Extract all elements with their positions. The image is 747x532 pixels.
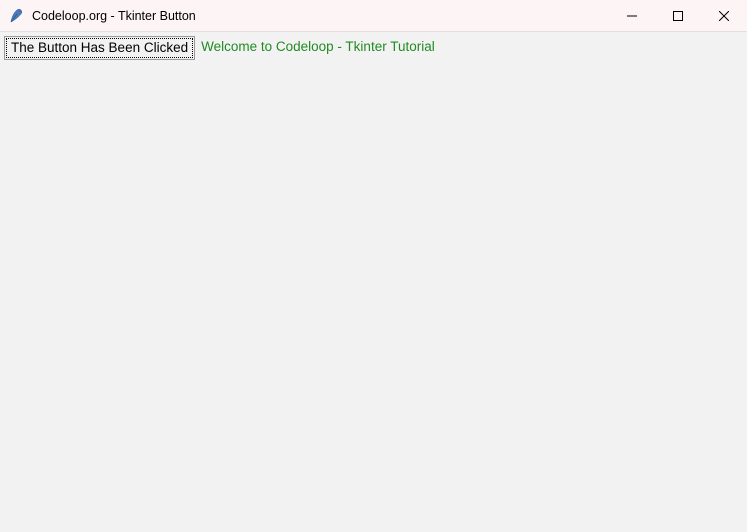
minimize-button[interactable] (609, 0, 655, 31)
window-title: Codeloop.org - Tkinter Button (32, 9, 609, 23)
client-area: The Button Has Been Clicked Welcome to C… (0, 32, 747, 532)
titlebar: Codeloop.org - Tkinter Button (0, 0, 747, 32)
window-controls (609, 0, 747, 31)
welcome-label: Welcome to Codeloop - Tkinter Tutorial (195, 36, 441, 58)
maximize-button[interactable] (655, 0, 701, 31)
tkinter-feather-icon (8, 8, 24, 24)
close-button[interactable] (701, 0, 747, 31)
clicked-button[interactable]: The Button Has Been Clicked (4, 36, 195, 60)
